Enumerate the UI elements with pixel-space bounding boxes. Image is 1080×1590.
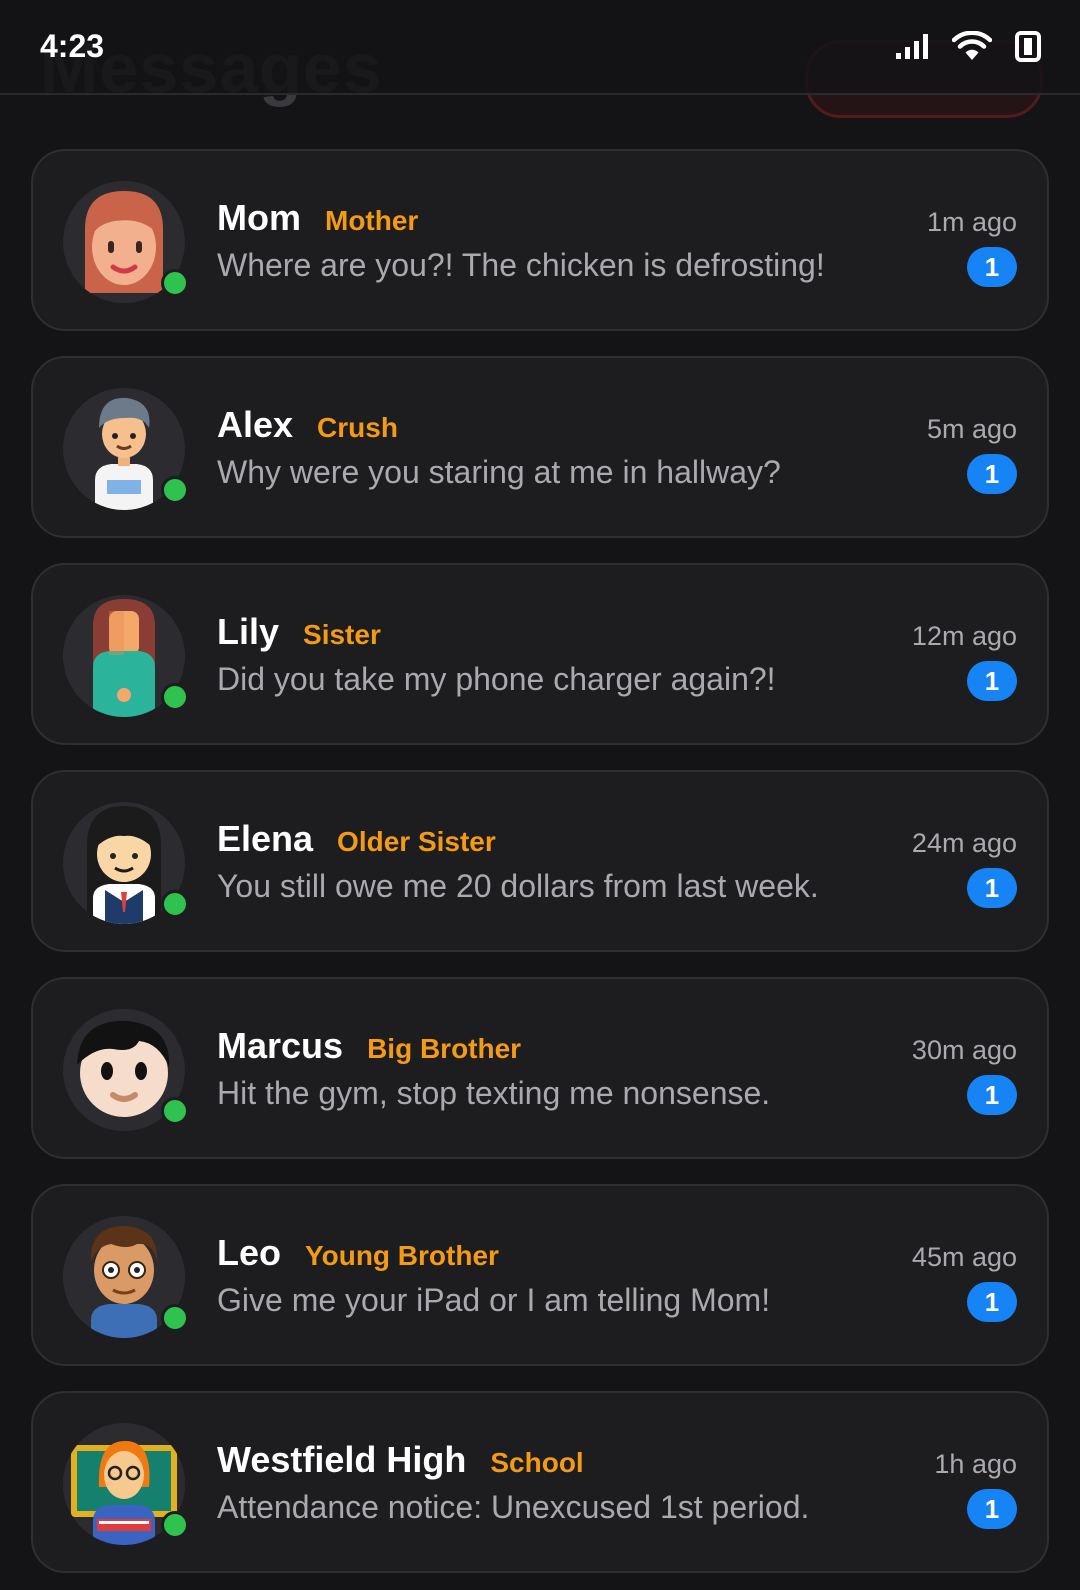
- avatar: [63, 1423, 189, 1545]
- status-icons: [896, 30, 1042, 62]
- message-preview: Hit the gym, stop texting me nonsense.: [217, 1075, 771, 1111]
- unread-badge: 1: [967, 1075, 1017, 1115]
- online-indicator: [161, 890, 189, 918]
- relation-tag: School: [490, 1447, 584, 1478]
- relation-tag: Young Brother: [305, 1240, 499, 1271]
- message-time: 30m ago: [911, 1035, 1017, 1065]
- contact-name: Westfield High: [217, 1439, 467, 1480]
- unread-badge: 1: [967, 247, 1017, 287]
- avatar: [63, 1009, 189, 1131]
- message-preview: You still owe me 20 dollars from last we…: [217, 868, 819, 904]
- message-preview: Where are you?! The chicken is defrostin…: [217, 247, 825, 283]
- online-indicator: [161, 269, 189, 297]
- avatar: [63, 181, 189, 303]
- relation-tag: Sister: [303, 619, 381, 650]
- message-preview: Did you take my phone charger again?!: [217, 661, 776, 697]
- message-preview: Give me your iPad or I am telling Mom!: [217, 1282, 771, 1318]
- message-time: 45m ago: [911, 1242, 1017, 1272]
- unread-badge: 1: [967, 868, 1017, 908]
- unread-badge: 1: [967, 454, 1017, 494]
- online-indicator: [161, 1304, 189, 1332]
- unread-badge: 1: [967, 661, 1017, 701]
- message-time: 5m ago: [926, 414, 1017, 444]
- status-bar: 4:23: [0, 0, 1080, 95]
- relation-tag: Crush: [317, 412, 398, 443]
- online-indicator: [161, 1511, 189, 1539]
- messages-screen: Messages 4:23: [0, 0, 1080, 1590]
- conversation-list: Mom Mother Where are you?! The chicken i…: [31, 149, 1049, 1590]
- contact-name: Marcus: [217, 1025, 344, 1066]
- conversation-card[interactable]: Alex Crush Why were you staring at me in…: [31, 356, 1049, 538]
- message-time: 12m ago: [911, 621, 1017, 651]
- conversation-card[interactable]: Elena Older Sister You still owe me 20 d…: [31, 770, 1049, 952]
- contact-name: Elena: [217, 818, 314, 859]
- contact-name: Mom: [217, 197, 301, 238]
- unread-badge: 1: [967, 1282, 1017, 1322]
- message-preview: Attendance notice: Unexcused 1st period.: [217, 1489, 810, 1525]
- signal-icon: [896, 34, 928, 59]
- wifi-icon: [952, 31, 992, 60]
- avatar: [63, 595, 189, 717]
- conversation-card[interactable]: Leo Young Brother Give me your iPad or I…: [31, 1184, 1049, 1366]
- contact-name: Leo: [217, 1232, 282, 1273]
- unread-badge: 1: [967, 1489, 1017, 1529]
- battery-icon: [1015, 31, 1041, 62]
- conversation-card[interactable]: Mom Mother Where are you?! The chicken i…: [31, 149, 1049, 331]
- contact-name: Alex: [217, 404, 294, 445]
- avatar: [63, 802, 189, 924]
- relation-tag: Big Brother: [367, 1033, 522, 1064]
- online-indicator: [161, 1097, 189, 1125]
- conversation-card[interactable]: Marcus Big Brother Hit the gym, stop tex…: [31, 977, 1049, 1159]
- conversation-card[interactable]: Lily Sister Did you take my phone charge…: [31, 563, 1049, 745]
- message-time: 1m ago: [926, 207, 1017, 237]
- avatar: [63, 388, 189, 510]
- relation-tag: Older Sister: [337, 826, 496, 857]
- contact-name: Lily: [217, 611, 280, 652]
- status-time: 4:23: [40, 28, 105, 64]
- online-indicator: [161, 476, 189, 504]
- conversation-card[interactable]: Westfield High School Attendance notice:…: [31, 1391, 1049, 1573]
- message-time: 24m ago: [911, 828, 1017, 858]
- avatar: [63, 1216, 189, 1338]
- message-time: 1h ago: [934, 1449, 1017, 1479]
- online-indicator: [161, 683, 189, 711]
- message-preview: Why were you staring at me in hallway?: [217, 454, 781, 490]
- relation-tag: Mother: [325, 205, 419, 236]
